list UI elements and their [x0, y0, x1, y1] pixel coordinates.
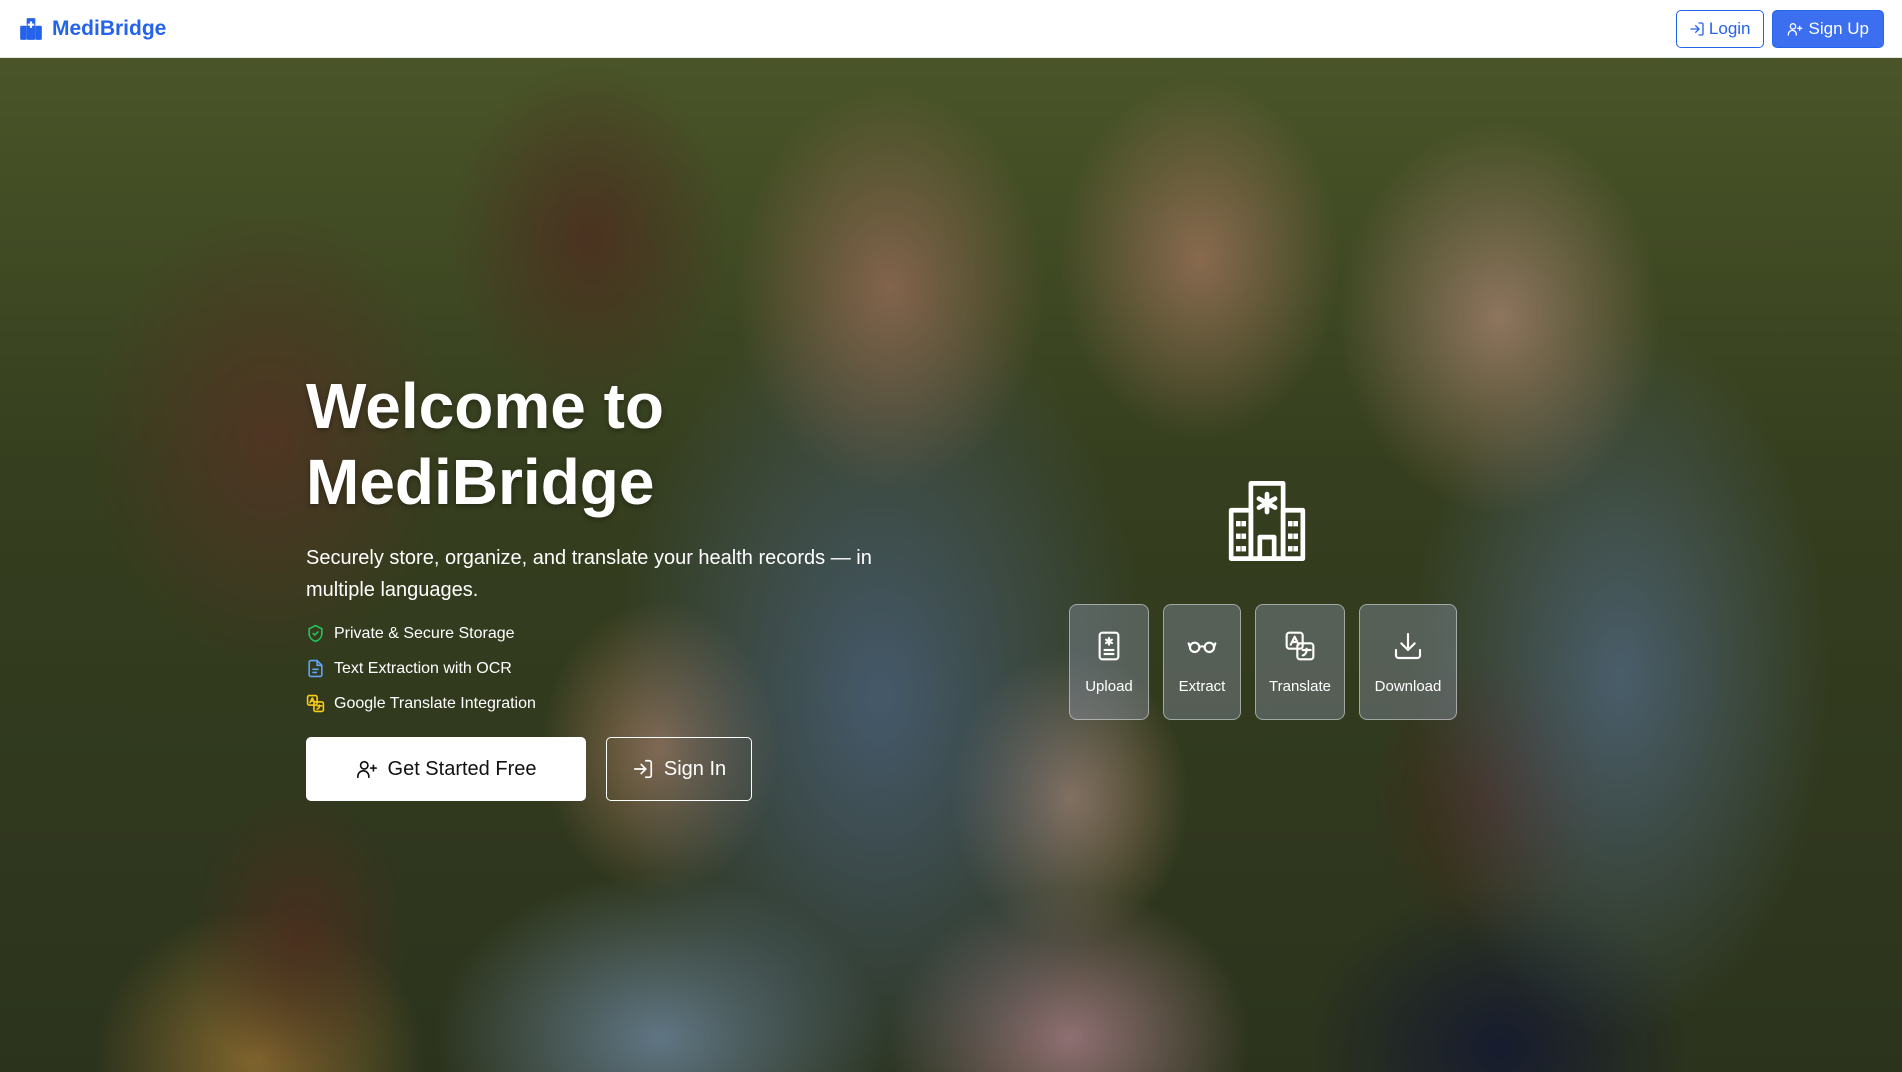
- step-translate[interactable]: Translate: [1255, 604, 1345, 720]
- step-label: Extract: [1178, 677, 1226, 695]
- hero-title-line2: MediBridge: [306, 446, 655, 518]
- cta-group: Get Started Free Sign In: [306, 737, 946, 801]
- hospital-logo-icon: [20, 17, 42, 40]
- login-button[interactable]: Login: [1675, 9, 1764, 48]
- brand-logo[interactable]: MediBridge: [18, 16, 166, 42]
- signup-label: Sign Up: [1808, 18, 1869, 38]
- glasses-icon: [1187, 641, 1217, 653]
- feature-list: Private & Secure Storage Text Extraction…: [306, 624, 946, 713]
- sign-in-label: Sign In: [663, 757, 727, 780]
- download-icon: [1394, 632, 1422, 659]
- translate-icon: [306, 694, 325, 713]
- hero-title: Welcome to MediBridge: [306, 368, 946, 520]
- login-icon: [1690, 21, 1704, 36]
- step-label: Upload: [1085, 677, 1133, 695]
- step-label: Download: [1374, 677, 1442, 695]
- feature-label: Text Extraction with OCR: [334, 659, 512, 677]
- get-started-label: Get Started Free: [387, 757, 537, 780]
- feature-item: Text Extraction with OCR: [306, 659, 946, 678]
- hero-content: Welcome to MediBridge Securely store, or…: [306, 368, 946, 801]
- step-download[interactable]: Download: [1359, 604, 1457, 720]
- feature-label: Google Translate Integration: [334, 694, 536, 712]
- feature-label: Private & Secure Storage: [334, 624, 515, 642]
- add-user-icon: [1787, 22, 1802, 36]
- feature-item: Google Translate Integration: [306, 694, 946, 713]
- add-user-icon: [356, 760, 377, 779]
- hero-section: Welcome to MediBridge Securely store, or…: [0, 58, 1902, 1072]
- login-icon: [633, 759, 652, 779]
- translate-icon: [1285, 631, 1315, 660]
- shield-icon: [308, 624, 323, 643]
- hero-title-line1: Welcome to: [306, 370, 664, 442]
- step-extract[interactable]: Extract: [1163, 604, 1241, 720]
- hospital-icon: [1228, 481, 1306, 561]
- navbar: MediBridge Login Sign Up: [0, 0, 1902, 58]
- brand-name: MediBridge: [52, 16, 167, 40]
- login-label: Login: [1708, 18, 1751, 38]
- hero-subtitle: Securely store, organize, and translate …: [306, 547, 872, 601]
- sign-in-button[interactable]: Sign In: [606, 737, 752, 801]
- upload-file-icon: [1098, 631, 1120, 660]
- nav-actions: Login Sign Up: [1675, 9, 1884, 48]
- workflow-steps: Upload Extract Translate Download: [1069, 604, 1457, 720]
- get-started-button[interactable]: Get Started Free: [306, 737, 586, 801]
- step-upload[interactable]: Upload: [1069, 604, 1149, 720]
- step-label: Translate: [1269, 677, 1331, 695]
- signup-button[interactable]: Sign Up: [1771, 9, 1884, 48]
- feature-item: Private & Secure Storage: [306, 624, 946, 643]
- document-icon: [308, 659, 323, 678]
